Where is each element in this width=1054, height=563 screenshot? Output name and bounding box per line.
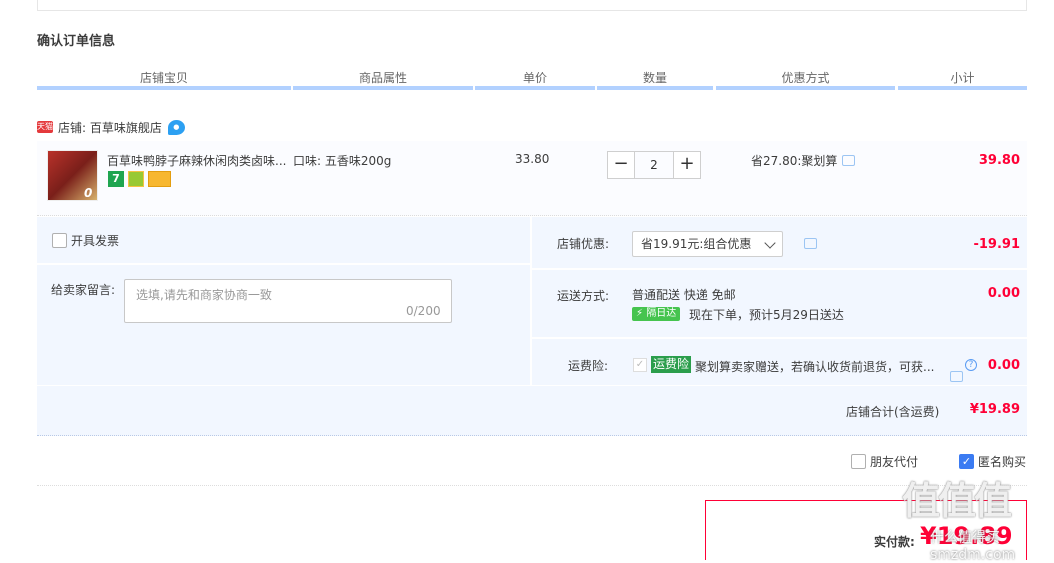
anonymous-option[interactable]: ✓ 匿名购买 [959,453,1026,470]
header-bar [716,86,895,90]
next-day-badge: ⚡ 隔日达 [632,307,681,321]
shop-total-value: ¥19.89 [969,402,1020,417]
panel-divider [532,337,1027,339]
header-bar [597,86,713,90]
shop-discount-select[interactable]: 省19.91元:组合优惠 [632,231,783,257]
previous-section-box [37,0,1027,11]
actual-payment-label: 实付款: [874,535,915,549]
increase-qty-button[interactable]: + [673,151,701,179]
thumbnail-text: 0 [84,186,93,200]
friend-pay-label: 朋友代付 [870,455,919,469]
panel-divider [37,263,530,265]
memo-placeholder: 选填,请先和商家协商一致 [136,288,272,302]
insurance-checkbox: ✓ [633,358,647,372]
section-title: 确认订单信息 [37,34,116,49]
promo-method: 省27.80:聚划算 [751,152,856,169]
header-bar [293,86,473,90]
next-day-text: 隔日达 [646,308,677,319]
invoice-label: 开具发票 [71,234,120,248]
col-header-subtotal: 小计 [950,71,975,85]
friend-pay-option[interactable]: 朋友代付 [851,453,918,470]
friend-pay-checkbox[interactable] [851,454,866,469]
col-header-item: 店铺宝贝 [139,71,188,85]
watermark-logo: 值值值 [902,479,1012,523]
seven-day-return-icon: 7 [108,171,124,187]
insurance-badge: 运费险 [651,356,692,373]
header-bar [898,86,1027,90]
product-title-link[interactable]: 百草味鸭脖子麻辣休闲肉类卤味... [107,152,286,169]
product-attribute: 口味: 五香味200g [293,154,392,168]
item-subtotal: 39.80 [978,153,1020,168]
header-bar [475,86,595,90]
tmall-icon: 天猫 [37,121,53,133]
insurance-value: 0.00 [987,358,1020,373]
credit-card-icon [148,171,171,187]
shipping-method: 普通配送 快递 免邮 [632,288,736,302]
chevron-down-icon [764,237,776,249]
shop-discount-value: -19.91 [973,237,1020,252]
col-header-price: 单价 [522,71,547,85]
panel-divider [532,268,1027,270]
panel-divider [530,217,532,385]
col-header-qty: 数量 [642,71,667,85]
shop-row: 天猫 店铺: 百草味旗舰店 ● [37,118,185,136]
watermark-url: 什么值得买 smzdm.com [930,530,1016,563]
quantity-input[interactable]: 2 [635,151,673,179]
wangwang-chat-icon[interactable]: ● [167,119,185,135]
shipping-value: 0.00 [987,286,1020,301]
anonymous-checkbox[interactable]: ✓ [959,454,974,469]
header-bar [37,86,291,90]
quantity-stepper: − 2 + [607,151,701,179]
col-header-attr: 商品属性 [358,71,407,85]
message-icon[interactable] [804,238,817,249]
promo-text: 省27.80:聚划算 [751,154,838,168]
shop-name[interactable]: 店铺: 百草味旗舰店 [58,119,162,136]
invoice-option[interactable]: 开具发票 [52,232,119,249]
memo-label: 给卖家留言: [51,283,116,297]
unit-price: 33.80 [515,152,550,166]
decrease-qty-button[interactable]: − [607,151,635,179]
guarantee-icon [128,171,144,187]
anonymous-label: 匿名购买 [978,455,1027,469]
shop-total-label: 店铺合计(含运费) [846,405,940,419]
col-header-promo: 优惠方式 [781,71,830,85]
shop-discount-selected: 省19.91元:组合优惠 [641,237,752,251]
message-icon[interactable] [842,155,856,166]
shop-discount-label: 店铺优惠: [557,237,610,251]
invoice-checkbox[interactable] [52,233,67,248]
divider [37,485,1027,486]
insurance-label: 运费险: [568,359,609,373]
shipping-eta: 现在下单，预计5月29日送达 [689,308,844,322]
insurance-text: 聚划算卖家赠送，若确认收货前退货，可获... [695,360,935,374]
shipping-label: 运送方式: [557,289,610,303]
memo-char-count: 0/200 [406,304,441,318]
